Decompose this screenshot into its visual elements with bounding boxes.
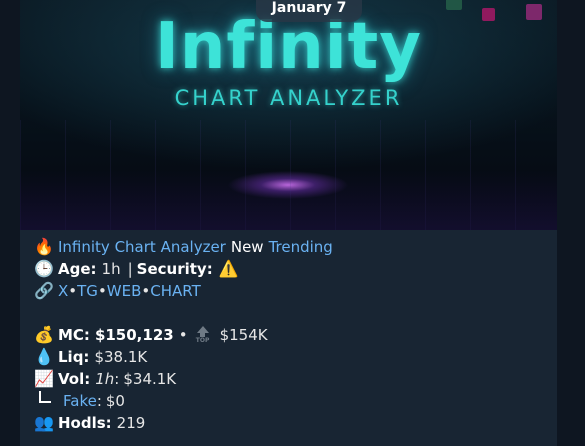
droplet-icon: 💧 [34, 347, 54, 366]
people-icon: 👥 [34, 413, 54, 432]
link-tg[interactable]: TG [77, 280, 98, 302]
link-separator: • [97, 282, 107, 300]
title-line: 🔥 Infinity Chart Analyzer New Trending [34, 236, 544, 258]
corner-icon [39, 391, 51, 403]
banner-image[interactable]: Infinity CHART ANALYZER January 7 [20, 0, 557, 230]
link-separator: • [68, 282, 78, 300]
banner-deco-square [446, 0, 462, 10]
token-name-link[interactable]: Infinity Chart Analyzer [58, 236, 226, 258]
top-icon: TOP [194, 326, 212, 344]
vol-period: 1h [95, 370, 115, 388]
link-separator: • [141, 282, 151, 300]
age-label: Age: [58, 260, 97, 278]
mc-value: $150,123 [94, 326, 174, 344]
fake-colon: : [96, 392, 102, 410]
vol-colon: : [114, 370, 120, 388]
top-value: $154K [219, 326, 268, 344]
money-bag-icon: 💰 [34, 325, 54, 344]
link-web[interactable]: WEB [107, 280, 142, 302]
message-bubble: Infinity CHART ANALYZER January 7 🔥 Infi… [20, 0, 557, 446]
banner-floor-glow [20, 170, 557, 230]
new-tag: New [230, 238, 264, 256]
fake-link[interactable]: Fake [63, 390, 97, 412]
links-line: 🔗 X • TG • WEB • CHART [34, 280, 544, 302]
age-value: 1h [101, 260, 121, 278]
vol-line: 📈 Vol: 1h : $34.1K [34, 368, 544, 390]
fire-icon: 🔥 [34, 237, 54, 256]
link-icon: 🔗 [34, 281, 54, 300]
date-badge: January 7 [256, 0, 362, 22]
hodls-line: 👥 Hodls: 219 [34, 412, 544, 434]
clock-icon: 🕒 [34, 259, 54, 278]
mc-bullet: • [178, 326, 188, 344]
liq-line: 💧 Liq: $38.1K [34, 346, 544, 368]
trending-link[interactable]: Trending [269, 236, 333, 258]
mc-line: 💰 MC: $150,123 • TOP $154K [34, 324, 544, 346]
liq-label: Liq: [58, 348, 90, 366]
liq-value: $38.1K [94, 348, 148, 366]
link-x[interactable]: X [58, 280, 68, 302]
vol-value: $34.1K [123, 370, 177, 388]
hodls-value: 219 [116, 414, 146, 432]
age-divider: | [127, 260, 133, 278]
security-label: Security: [136, 260, 213, 278]
hodls-label: Hodls: [58, 414, 112, 432]
fake-line: Fake : $0 [34, 390, 544, 412]
age-line: 🕒 Age: 1h | Security: ⚠️ [34, 258, 544, 280]
link-chart[interactable]: CHART [150, 280, 201, 302]
vol-label: Vol: [58, 370, 91, 388]
mc-label: MC: [58, 326, 90, 344]
logo-subtitle: CHART ANALYZER [174, 86, 403, 110]
warning-icon: ⚠️ [218, 259, 239, 278]
fake-value: $0 [105, 392, 125, 410]
message-text: 🔥 Infinity Chart Analyzer New Trending 🕒… [34, 236, 544, 434]
chart-increasing-icon: 📈 [34, 369, 54, 388]
